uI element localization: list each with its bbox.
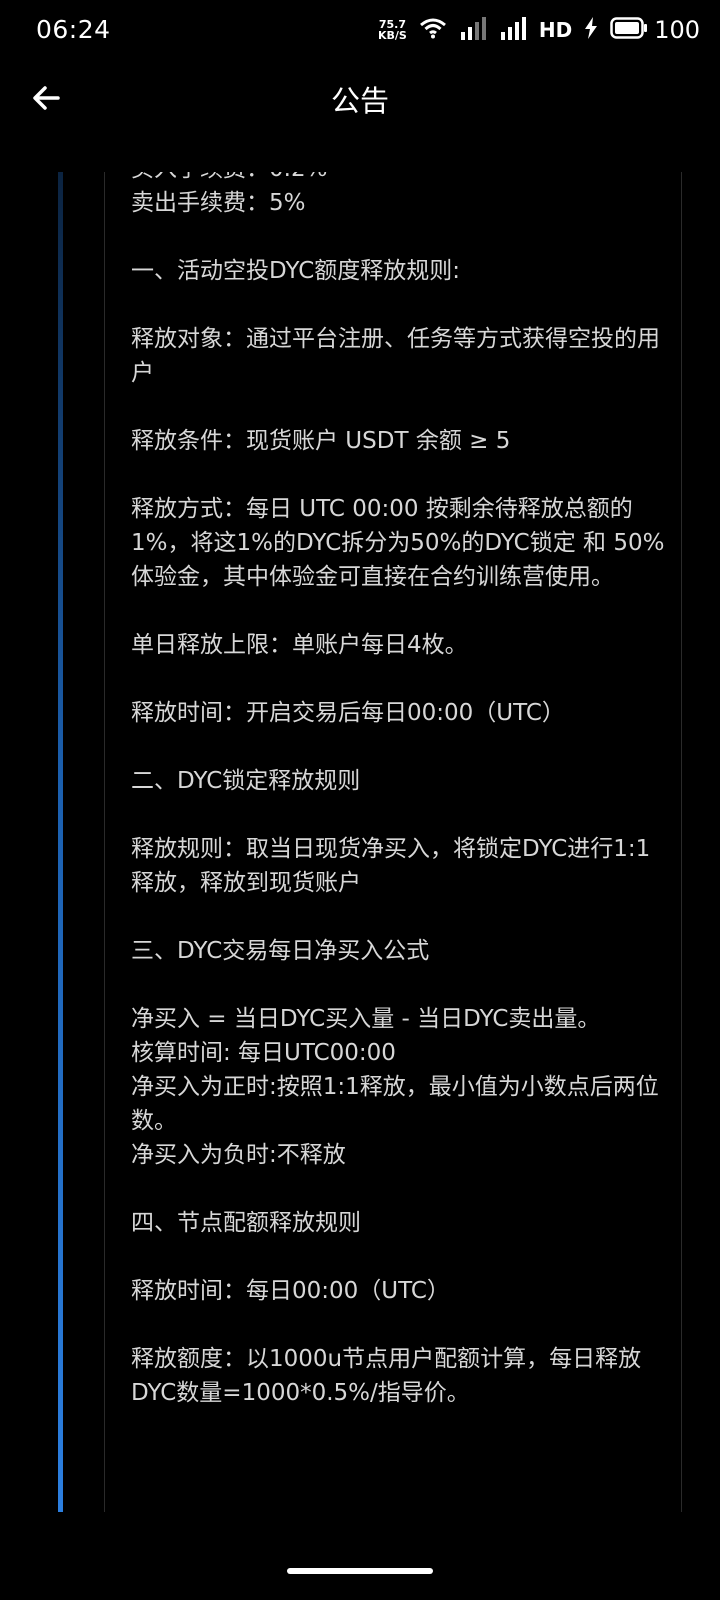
paragraph: 释放方式：每日 UTC 00:00 按剩余待释放总额的1%，将这1%的DYC拆分… [131,496,665,590]
home-indicator[interactable] [287,1568,433,1574]
status-time: 06:24 [36,15,111,44]
paragraph: 释放时间：开启交易后每日00:00（UTC） [131,700,565,726]
paragraph: 净买入 = 当日DYC买入量 - 当日DYC卖出量。 核算时间: 每日UTC00… [131,1006,659,1168]
announcement-content: 买入手续费：0.2% 卖出手续费：5% 一、活动空投DYC额度释放规则: 释放对… [131,172,666,1444]
paragraph: 释放时间：每日00:00（UTC） [131,1278,450,1304]
network-speed: 75.7 KB/S [377,18,407,42]
section-heading: 四、节点配额释放规则 [131,1210,361,1236]
page-title: 公告 [330,84,389,118]
app-header: 公告 [0,62,720,140]
paragraph: 释放规则：取当日现货净买入，将锁定DYC进行1:1释放，释放到现货账户 [131,836,651,896]
section-heading: 一、活动空投DYC额度释放规则: [131,258,461,284]
charging-icon [584,17,598,43]
paragraph: 释放额度：以1000u节点用户配额计算，每日释放DYC数量=1000*0.5%/… [131,1346,642,1406]
status-bar: 06:24 75.7 KB/S HD 100 [0,0,720,62]
paragraph: 单日释放上限：单账户每日4枚。 [131,632,468,658]
section-heading: 二、DYC锁定释放规则 [131,768,361,794]
battery-icon [610,17,648,43]
signal-icon-sim2 [499,16,527,44]
paragraph: 释放条件：现货账户 USDT 余额 ≥ 5 [131,428,511,454]
paragraph: 释放对象：通过平台注册、任务等方式获得空投的用户 [131,326,660,386]
signal-icon-sim1 [459,16,487,44]
status-icons: 75.7 KB/S HD 100 [378,14,700,46]
hd-indicator: HD [538,18,573,42]
wifi-icon [419,17,447,43]
announcement-scroll-area[interactable]: 买入手续费：0.2% 卖出手续费：5% 一、活动空投DYC额度释放规则: 释放对… [104,172,682,1512]
section-heading: 三、DYC交易每日净买入公式 [131,938,430,964]
fee-lines: 买入手续费：0.2% 卖出手续费：5% [131,172,327,216]
accent-line [58,172,63,1512]
battery-level: 100 [654,16,700,44]
